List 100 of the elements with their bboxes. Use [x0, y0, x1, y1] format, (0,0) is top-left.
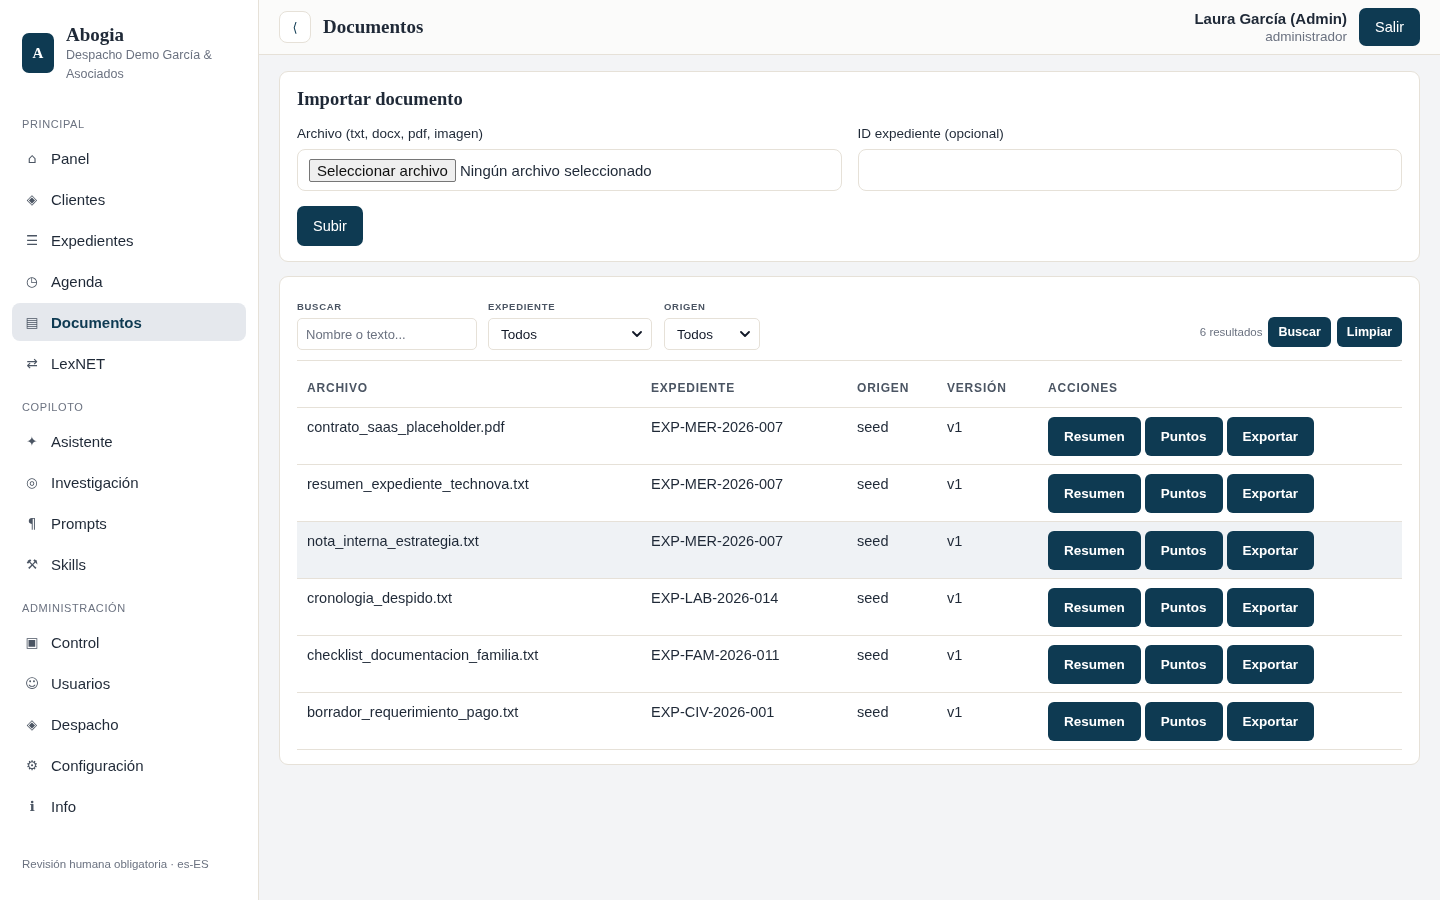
export-button[interactable]: Exportar	[1226, 417, 1315, 456]
table-row[interactable]: borrador_requerimiento_pago.txt EXP-CIV-2026-001 seed v1 Resumen Puntos Exportar	[297, 692, 1402, 750]
page-title: Documentos	[323, 16, 424, 38]
nav-item[interactable]: ◎ Investigación	[12, 463, 246, 501]
search-field[interactable]: Nombre o texto...	[297, 318, 477, 350]
key-points-button[interactable]: Puntos	[1144, 588, 1223, 627]
key-points-button[interactable]: Puntos	[1144, 417, 1223, 456]
user-name: Laura García (Admin)	[1194, 9, 1347, 28]
search-button[interactable]: Buscar	[1268, 317, 1331, 347]
dropdown[interactable]: Todos	[664, 318, 760, 350]
pilcrow-icon: ¶	[25, 515, 39, 531]
house-icon: ⌂	[25, 150, 39, 166]
nav-item[interactable]: ◷ Agenda	[12, 262, 246, 300]
nav-item[interactable]: ⚒ Skills	[12, 545, 246, 583]
case-id: EXP-MER-2026-007	[641, 464, 847, 522]
logout-button[interactable]: Salir	[1359, 8, 1420, 46]
version: v1	[937, 407, 1038, 465]
field-label: Archivo (txt, docx, pdf, imagen)	[297, 125, 484, 142]
origin: seed	[847, 692, 937, 750]
result-count: 6 resultados	[1199, 326, 1263, 338]
gear-icon: ⚙	[25, 757, 39, 773]
column-header: ARCHIVO	[297, 361, 641, 408]
nav-item[interactable]: ℹ Info	[12, 787, 246, 825]
nav-item[interactable]: ◈ Despacho	[12, 705, 246, 743]
nav-item[interactable]: ◈ Clientes	[12, 180, 246, 218]
collapse-button[interactable]: ⟨	[279, 11, 311, 43]
column-header: VERSIÓN	[937, 361, 1038, 408]
file-status-text: Ningún archivo seleccionado	[459, 161, 652, 179]
hammers-icon: ⚒	[25, 556, 39, 572]
origin: seed	[847, 407, 937, 465]
table-row[interactable]: contrato_saas_placeholder.pdf EXP-MER-2026-007 seed v1 Resumen Puntos Exportar	[297, 407, 1402, 465]
app-name: Abogia	[66, 24, 126, 46]
key-points-button[interactable]: Puntos	[1144, 702, 1223, 741]
file-name: nota_interna_estrategia.txt	[297, 521, 641, 579]
nav-item[interactable]: ▤ Documentos	[12, 303, 246, 341]
export-button[interactable]: Exportar	[1226, 702, 1315, 741]
nav-item[interactable]: ⚙ Configuración	[12, 746, 246, 784]
chevron-down-icon	[632, 331, 642, 337]
nav-item[interactable]: ✦ Asistente	[12, 422, 246, 460]
choose-file-button[interactable]: Seleccionar archivo	[309, 158, 456, 182]
summary-button[interactable]: Resumen	[1048, 702, 1141, 741]
case-id: EXP-FAM-2026-011	[641, 635, 847, 693]
diamond-icon: ◈	[25, 191, 39, 207]
nav-item[interactable]: ⇄ LexNET	[12, 344, 246, 382]
column-header: ACCIONES	[1038, 361, 1402, 408]
sparkle-icon: ✦	[25, 433, 39, 449]
key-points-button[interactable]: Puntos	[1144, 474, 1223, 513]
nav-item[interactable]: ☺ Usuarios	[12, 664, 246, 702]
version: v1	[937, 521, 1038, 579]
summary-button[interactable]: Resumen	[1048, 645, 1141, 684]
export-button[interactable]: Exportar	[1226, 474, 1315, 513]
case-id: EXP-MER-2026-007	[641, 521, 847, 579]
filter-label: EXPEDIENTE	[488, 301, 556, 313]
export-button[interactable]: Exportar	[1226, 645, 1315, 684]
case-id: EXP-CIV-2026-001	[641, 692, 847, 750]
export-button[interactable]: Exportar	[1226, 531, 1315, 570]
section-heading: ADMINISTRACIÓN	[21, 601, 127, 616]
file-name: cronologia_despido.txt	[297, 578, 641, 636]
summary-button[interactable]: Resumen	[1048, 474, 1141, 513]
clock-icon: ◷	[25, 273, 39, 289]
firm-name: Despacho Demo García & Asociados	[66, 47, 213, 83]
table-row[interactable]: nota_interna_estrategia.txt EXP-MER-2026-007 seed v1 Resumen Puntos Exportar	[297, 521, 1402, 579]
column-header: EXPEDIENTE	[641, 361, 847, 408]
file-name: contrato_saas_placeholder.pdf	[297, 407, 641, 465]
filter-label: ORIGEN	[664, 301, 706, 313]
user-role: administrador	[1264, 27, 1347, 45]
file-name: resumen_expediente_technova.txt	[297, 464, 641, 522]
table-row[interactable]: cronologia_despido.txt EXP-LAB-2026-014 seed v1 Resumen Puntos Exportar	[297, 578, 1402, 636]
version: v1	[937, 578, 1038, 636]
nav-item[interactable]: ⌂ Panel	[12, 139, 246, 177]
swap-arrows-icon: ⇄	[25, 355, 39, 371]
export-button[interactable]: Exportar	[1226, 588, 1315, 627]
nav-item[interactable]: ☰ Expedientes	[12, 221, 246, 259]
file-name: borrador_requerimiento_pago.txt	[297, 692, 641, 750]
nav-item[interactable]: ¶ Prompts	[12, 504, 246, 542]
field-label: ID expediente (opcional)	[857, 125, 1004, 142]
filter-label: BUSCAR	[297, 301, 342, 313]
origin: seed	[847, 464, 937, 522]
filled-square-icon: ▣	[25, 634, 39, 650]
summary-button[interactable]: Resumen	[1048, 531, 1141, 570]
summary-button[interactable]: Resumen	[1048, 417, 1141, 456]
file-input-field[interactable]: Seleccionar archivo Ningún archivo seleccionado	[297, 149, 842, 191]
key-points-button[interactable]: Puntos	[1144, 531, 1223, 570]
clear-button[interactable]: Limpiar	[1336, 317, 1402, 347]
nav-item[interactable]: ▣ Control	[12, 623, 246, 661]
key-points-button[interactable]: Puntos	[1144, 645, 1223, 684]
chevron-down-icon	[740, 331, 750, 337]
lined-square-icon: ▤	[25, 314, 39, 330]
origin: seed	[847, 635, 937, 693]
version: v1	[937, 464, 1038, 522]
section-heading: PRINCIPAL	[21, 117, 86, 132]
table-row[interactable]: checklist_documentacion_familia.txt EXP-FAM-2026-011 seed v1 Resumen Puntos Exportar	[297, 635, 1402, 693]
case-id-field[interactable]	[857, 149, 1402, 191]
bullseye-icon: ◎	[25, 474, 39, 490]
dropdown[interactable]: Todos	[488, 318, 652, 350]
summary-button[interactable]: Resumen	[1048, 588, 1141, 627]
section-heading: COPILOTO	[21, 400, 85, 415]
table-row[interactable]: resumen_expediente_technova.txt EXP-MER-2026-007 seed v1 Resumen Puntos Exportar	[297, 464, 1402, 522]
card-title: Importar documento	[297, 88, 464, 110]
upload-button[interactable]: Subir	[297, 206, 363, 246]
